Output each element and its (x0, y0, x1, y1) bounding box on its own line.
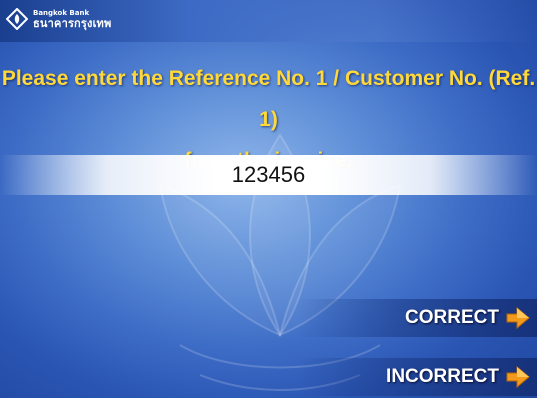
correct-button[interactable]: CORRECT (297, 299, 537, 337)
header-bar: Bangkok Bank ธนาคารกรุงเทพ (0, 0, 537, 42)
correct-label: CORRECT (405, 307, 499, 328)
incorrect-button[interactable]: INCORRECT (297, 358, 537, 396)
bangkok-bank-logo-icon (6, 8, 28, 30)
bank-logo: Bangkok Bank ธนาคารกรุงเทพ (6, 8, 111, 30)
bank-name-thai: ธนาคารกรุงเทพ (33, 16, 112, 30)
reference-number-field: 123456 (0, 155, 537, 195)
orange-arrow-right-icon (506, 306, 530, 330)
incorrect-label: INCORRECT (386, 366, 499, 387)
instruction-line-1: Please enter the Reference No. 1 / Custo… (1, 67, 536, 131)
reference-number-value: 123456 (231, 162, 306, 187)
orange-arrow-right-icon (506, 365, 530, 389)
atm-screen: Bangkok Bank ธนาคารกรุงเทพ Please enter … (0, 0, 537, 398)
bank-name-english: Bangkok Bank (33, 8, 90, 17)
